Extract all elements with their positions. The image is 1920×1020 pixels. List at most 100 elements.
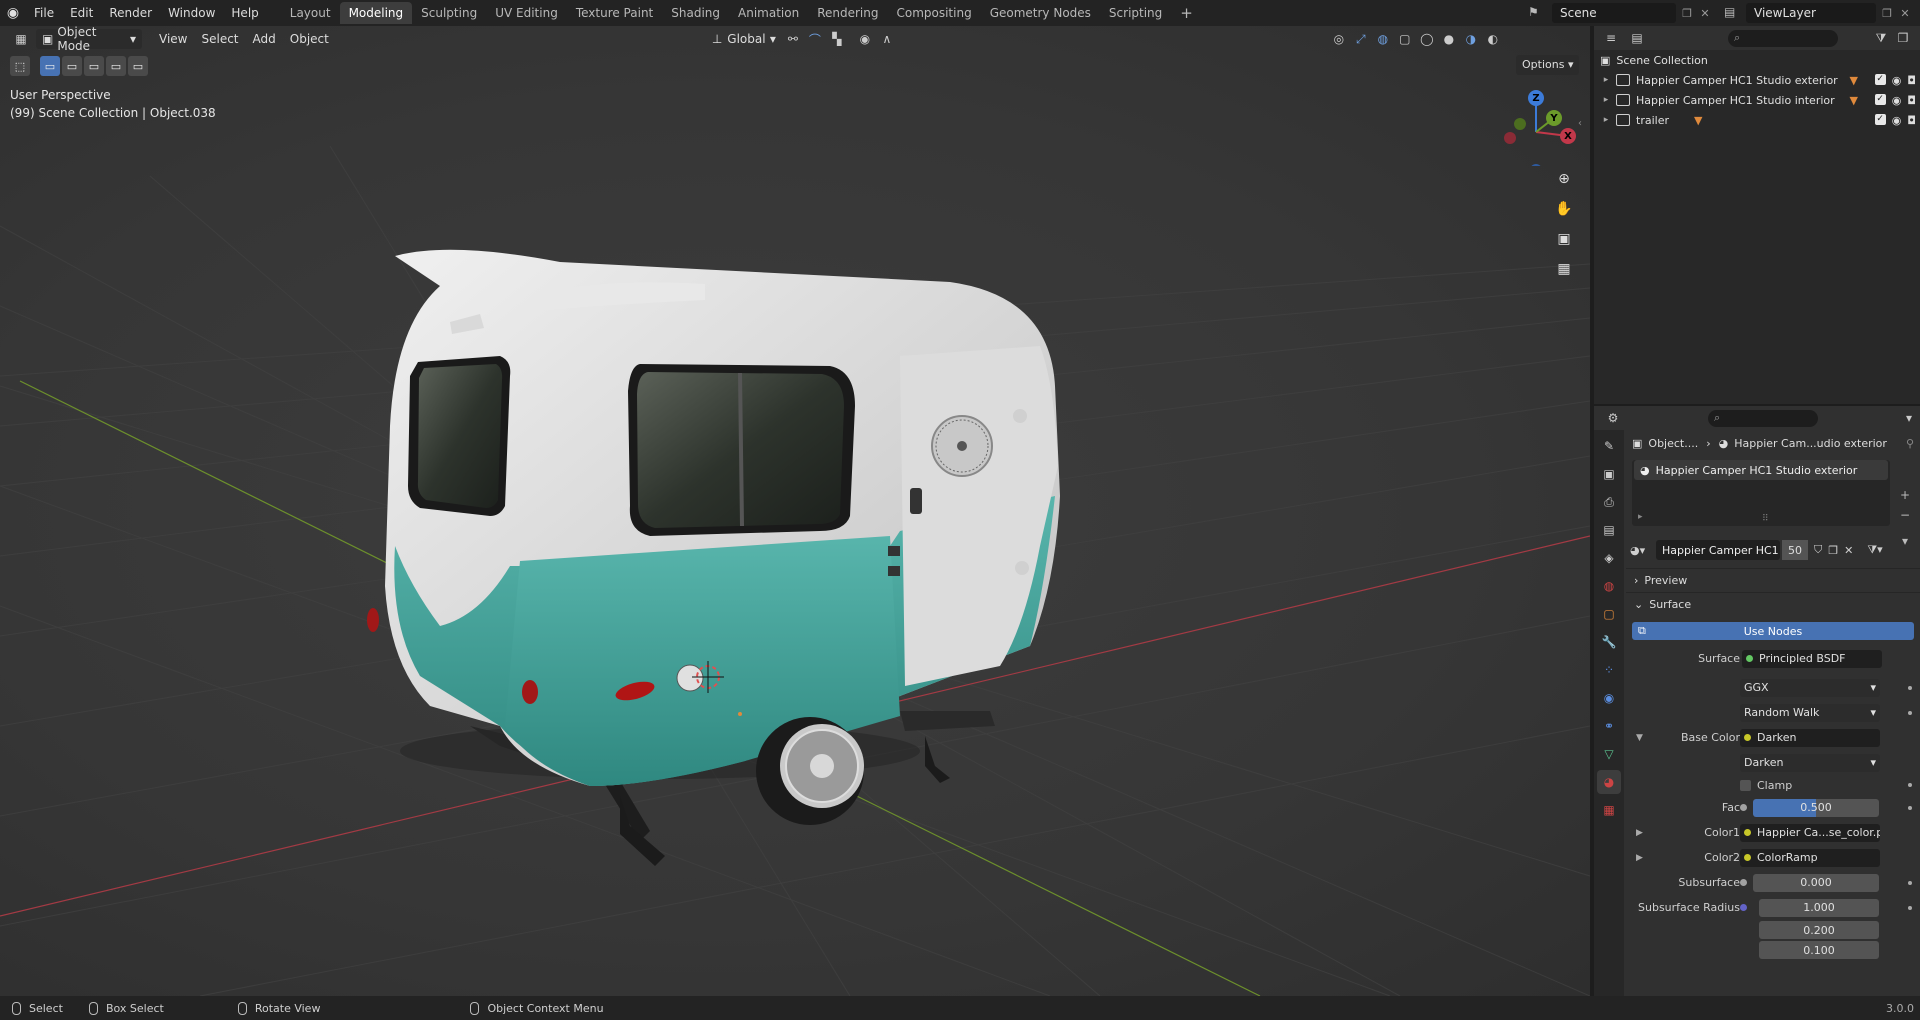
tab-shading[interactable]: Shading bbox=[662, 2, 729, 24]
expand-arrow-icon[interactable]: ▸ bbox=[1600, 75, 1612, 85]
zoom-icon[interactable]: ⊕ bbox=[1551, 166, 1577, 192]
gizmo-toggle-icon[interactable]: ⤢ bbox=[1350, 29, 1372, 49]
perspective-toggle-icon[interactable]: ▦ bbox=[1551, 256, 1577, 282]
outliner-row-interior[interactable]: ▸ Happier Camper HC1 Studio interior ▼ ✓… bbox=[1594, 90, 1920, 110]
tab-texture-paint[interactable]: Texture Paint bbox=[567, 2, 662, 24]
physics-tab-icon[interactable]: ◉ bbox=[1597, 686, 1621, 710]
menu-render[interactable]: Render bbox=[101, 0, 160, 26]
chevron-down-icon[interactable]: ▼ bbox=[1636, 733, 1643, 743]
eye-icon[interactable]: ◉ bbox=[1892, 94, 1902, 107]
tab-uv-editing[interactable]: UV Editing bbox=[486, 2, 567, 24]
camera-icon[interactable]: ◘ bbox=[1907, 114, 1916, 127]
editor-type-icon[interactable]: ⚙ bbox=[1602, 408, 1624, 428]
slot-specials-icon[interactable]: ▾ bbox=[1896, 532, 1914, 550]
tab-geometry-nodes[interactable]: Geometry Nodes bbox=[981, 2, 1100, 24]
subsurface-method-dropdown[interactable]: Random Walk ▾ bbox=[1740, 703, 1880, 722]
subsurface-field[interactable]: 0.000 bbox=[1753, 873, 1879, 892]
preview-section-header[interactable]: › Preview bbox=[1626, 568, 1920, 592]
base-color-field[interactable]: Darken bbox=[1740, 728, 1880, 747]
tab-rendering[interactable]: Rendering bbox=[808, 2, 887, 24]
outliner-search-input[interactable]: ⌕ bbox=[1728, 29, 1838, 47]
chevron-right-icon[interactable]: ▶ bbox=[1636, 853, 1643, 863]
falloff-icon[interactable]: ∧ bbox=[876, 29, 898, 49]
outliner-root-row[interactable]: ▣ Scene Collection bbox=[1594, 50, 1920, 70]
new-scene-icon[interactable]: ❐ bbox=[1678, 3, 1696, 23]
surface-section-header[interactable]: ⌄ Surface bbox=[1626, 592, 1920, 616]
data-tab-icon[interactable]: ▽ bbox=[1597, 742, 1621, 766]
tab-scripting[interactable]: Scripting bbox=[1100, 2, 1171, 24]
keyframe-dot-icon[interactable] bbox=[1908, 805, 1912, 810]
eye-icon[interactable]: ◉ bbox=[1892, 74, 1902, 87]
subsurface-radius-y-field[interactable]: 0.200 bbox=[1759, 921, 1879, 939]
overlays-icon[interactable]: ◍ bbox=[1372, 29, 1394, 49]
output-tab-icon[interactable]: ⎙ bbox=[1597, 490, 1621, 514]
tab-sculpting[interactable]: Sculpting bbox=[412, 2, 486, 24]
material-link-icon[interactable]: ⧩▾ bbox=[1867, 543, 1882, 557]
properties-search-input[interactable]: ⌕ bbox=[1708, 409, 1818, 427]
delete-scene-icon[interactable]: ✕ bbox=[1696, 3, 1714, 23]
pin-icon[interactable]: ⚲ bbox=[1906, 437, 1914, 450]
rendered-shading-icon[interactable]: ◐ bbox=[1482, 29, 1504, 49]
view-layer-selector[interactable]: ViewLayer bbox=[1746, 3, 1876, 23]
constraints-tab-icon[interactable]: ⚭ bbox=[1597, 714, 1621, 738]
distribution-dropdown[interactable]: GGX ▾ bbox=[1740, 678, 1880, 697]
snap-icon[interactable]: ⌒ bbox=[804, 29, 826, 49]
add-workspace-button[interactable]: + bbox=[1171, 4, 1202, 22]
menu-object[interactable]: Object bbox=[283, 32, 336, 46]
keyframe-dot-icon[interactable] bbox=[1908, 783, 1912, 787]
tab-modeling[interactable]: Modeling bbox=[339, 2, 413, 24]
color1-field[interactable]: Happier Ca...se_color.png bbox=[1740, 823, 1880, 842]
render-tab-icon[interactable]: ▣ bbox=[1597, 462, 1621, 486]
keyframe-dot-icon[interactable] bbox=[1908, 880, 1912, 885]
select-intersect-icon[interactable]: ▭ bbox=[128, 56, 148, 76]
tab-compositing[interactable]: Compositing bbox=[887, 2, 980, 24]
keyframe-dot-icon[interactable] bbox=[1908, 710, 1912, 715]
transform-orientation-selector[interactable]: ⊥ Global ▾ bbox=[706, 29, 782, 49]
eye-icon[interactable]: ◉ bbox=[1892, 114, 1902, 127]
sidebar-toggle-icon[interactable]: ‹ bbox=[1578, 118, 1582, 129]
include-checkbox[interactable]: ✓ bbox=[1874, 73, 1886, 85]
material-name-field[interactable]: Happier Camper HC1 ... bbox=[1656, 540, 1780, 560]
editor-type-icon[interactable]: ▦ bbox=[10, 29, 32, 49]
gizmo-y-axis[interactable]: Y bbox=[1546, 110, 1562, 126]
scene-tab-icon[interactable]: ◈ bbox=[1597, 546, 1621, 570]
menu-window[interactable]: Window bbox=[160, 0, 223, 26]
proportional-edit-icon[interactable]: ◉ bbox=[854, 29, 876, 49]
keyframe-dot-icon[interactable] bbox=[1908, 685, 1912, 690]
select-tool-icon[interactable]: ⬚ bbox=[10, 56, 30, 76]
navigation-gizmo[interactable]: Z X Y bbox=[1496, 86, 1576, 166]
view-layer-icon[interactable]: ▤ bbox=[1724, 5, 1740, 21]
solid-shading-icon[interactable]: ● bbox=[1438, 29, 1460, 49]
menu-help[interactable]: Help bbox=[223, 0, 266, 26]
expand-arrow-icon[interactable]: ▸ bbox=[1600, 115, 1612, 125]
color2-field[interactable]: ColorRamp bbox=[1740, 848, 1880, 867]
new-collection-icon[interactable]: ❐ bbox=[1892, 28, 1914, 48]
tab-animation[interactable]: Animation bbox=[729, 2, 808, 24]
subsurface-radius-z-field[interactable]: 0.100 bbox=[1759, 941, 1879, 959]
snap-target-icon[interactable]: ▚ bbox=[826, 29, 848, 49]
view-layer-tab-icon[interactable]: ▤ bbox=[1597, 518, 1621, 542]
options-button[interactable]: Options ▾ bbox=[1516, 55, 1580, 75]
gizmo-x-axis[interactable]: X bbox=[1560, 128, 1576, 144]
new-view-layer-icon[interactable]: ❐ bbox=[1878, 3, 1896, 23]
xray-icon[interactable]: ▢ bbox=[1394, 29, 1416, 49]
tab-layout[interactable]: Layout bbox=[281, 2, 340, 24]
display-mode-icon[interactable]: ▤ bbox=[1626, 28, 1648, 48]
material-slot[interactable]: ◕ Happier Camper HC1 Studio exterior bbox=[1634, 460, 1888, 480]
outliner-row-exterior[interactable]: ▸ Happier Camper HC1 Studio exterior ▼ ✓… bbox=[1594, 70, 1920, 90]
material-users-count[interactable]: 50 bbox=[1782, 540, 1808, 560]
camera-icon[interactable]: ◘ bbox=[1907, 74, 1916, 87]
particles-tab-icon[interactable]: ⁘ bbox=[1597, 658, 1621, 682]
gizmo-z-axis[interactable]: Z bbox=[1528, 90, 1544, 106]
3d-viewport[interactable]: ▦ ▣ Object Mode ▾ View Select Add Object… bbox=[0, 26, 1590, 996]
modifier-tab-icon[interactable]: 🔧 bbox=[1597, 630, 1621, 654]
filter-icon[interactable]: ⧩ bbox=[1870, 28, 1892, 48]
texture-tab-icon[interactable]: ▦ bbox=[1597, 798, 1621, 822]
chevron-right-icon[interactable]: ▶ bbox=[1636, 828, 1643, 838]
expand-arrow-icon[interactable]: ▸ bbox=[1600, 95, 1612, 105]
mode-selector[interactable]: ▣ Object Mode ▾ bbox=[36, 26, 142, 53]
surface-shader-field[interactable]: Principled BSDF bbox=[1742, 649, 1882, 668]
pan-hand-icon[interactable]: ✋ bbox=[1551, 196, 1577, 222]
resize-handle-icon[interactable]: ⠿ bbox=[1762, 514, 1769, 524]
select-extend-icon[interactable]: ▭ bbox=[62, 56, 82, 76]
